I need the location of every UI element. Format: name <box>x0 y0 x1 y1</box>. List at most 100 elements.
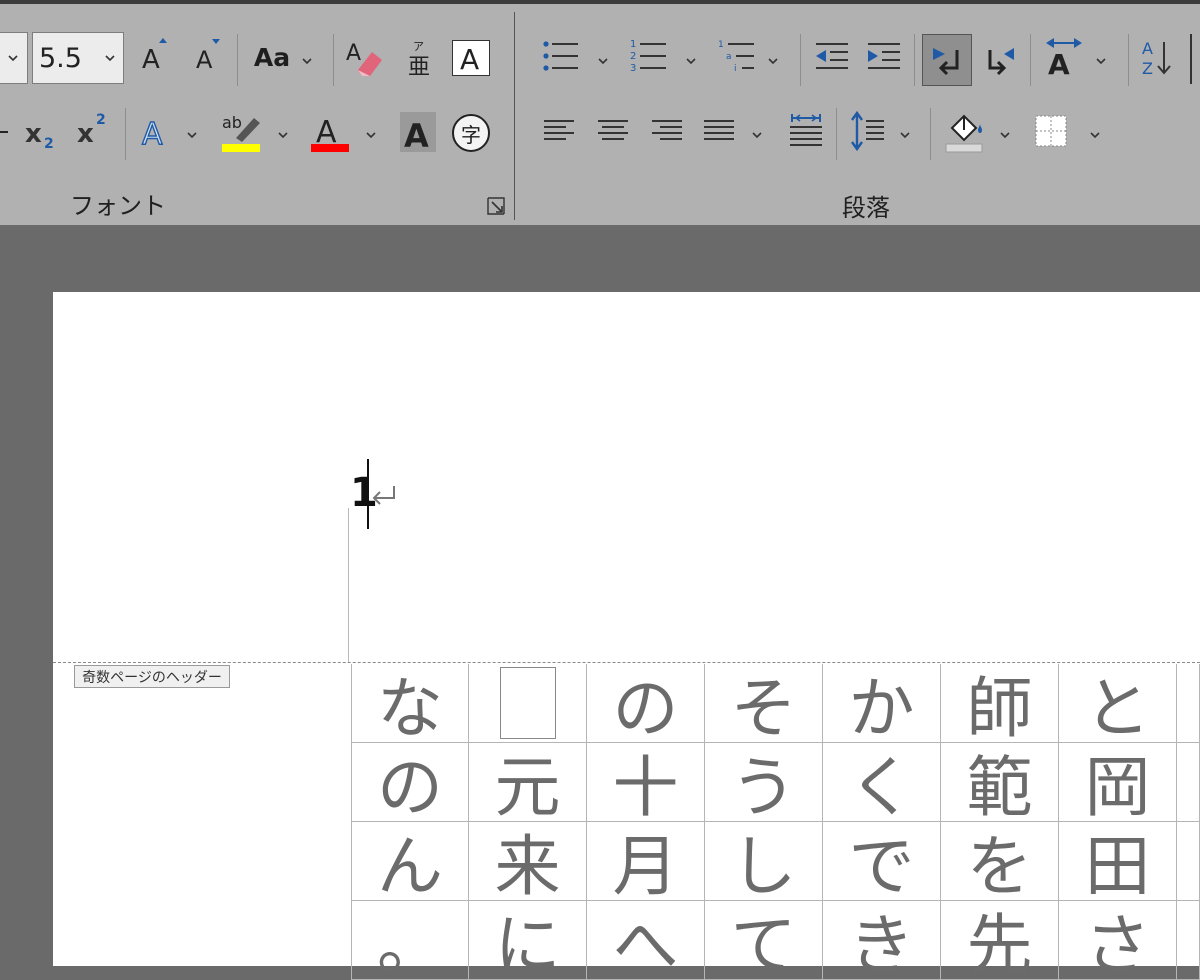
font-color-button[interactable]: A <box>308 110 352 154</box>
grid-cell: に <box>469 901 587 980</box>
font-color-swatch <box>311 144 349 152</box>
chevron-down-icon[interactable] <box>276 128 290 142</box>
grid-cell: の <box>587 664 705 743</box>
character-scaling-button[interactable]: A <box>1042 36 1086 78</box>
grid-cell: 田 <box>1059 822 1177 901</box>
grid-cell: し <box>705 822 823 901</box>
group-separator <box>514 12 515 220</box>
text-effects-button[interactable]: A <box>138 112 172 152</box>
font-size-combobox[interactable]: 5.5 <box>32 32 124 84</box>
svg-text:Z: Z <box>1142 59 1153 78</box>
chevron-down-icon[interactable] <box>6 51 20 65</box>
show-marks-button-partial[interactable] <box>1190 34 1200 84</box>
chevron-down-icon[interactable] <box>750 128 764 142</box>
font-name-combobox[interactable] <box>0 32 28 84</box>
grid-cell: 十 <box>587 743 705 822</box>
decrease-indent-button[interactable] <box>812 40 852 74</box>
chevron-down-icon[interactable] <box>998 128 1012 142</box>
enclose-characters-button[interactable]: 字 <box>452 114 490 152</box>
superscript-button[interactable]: x 2 <box>74 108 114 148</box>
increase-indent-button[interactable] <box>864 40 904 74</box>
svg-text:2: 2 <box>44 136 54 152</box>
margin-guide <box>348 508 349 662</box>
grid-cell <box>1177 822 1200 901</box>
svg-text:i: i <box>734 64 737 74</box>
multilevel-list-button[interactable]: 1 a i <box>716 36 758 76</box>
strikethrough-button-partial[interactable] <box>0 118 10 148</box>
shrink-font-icon: A <box>196 39 220 74</box>
highlight-color-button[interactable]: ab <box>220 110 264 154</box>
clear-formatting-button[interactable]: A <box>344 34 388 80</box>
borders-icon <box>1035 115 1067 147</box>
chevron-down-icon[interactable] <box>1094 54 1108 68</box>
grid-cell: 月 <box>587 822 705 901</box>
right-to-left-button[interactable] <box>980 40 1020 80</box>
highlight-swatch <box>222 144 260 152</box>
line-spacing-button[interactable] <box>848 110 888 152</box>
center-button[interactable] <box>596 116 632 148</box>
chevron-down-icon[interactable] <box>684 54 698 68</box>
bullets-button[interactable] <box>540 36 582 76</box>
font-group-label: フォント <box>70 192 166 220</box>
increase-indent-icon <box>868 43 900 69</box>
sort-button[interactable]: A Z <box>1140 36 1176 80</box>
grid-character: 来 <box>494 828 561 901</box>
chevron-down-icon[interactable] <box>596 54 610 68</box>
svg-text:A: A <box>1048 48 1070 78</box>
chevron-down-icon[interactable] <box>364 128 378 142</box>
enclose-characters-label: 字 <box>461 122 481 147</box>
phonetic-guide-button[interactable]: ア 亜 <box>404 38 436 78</box>
svg-text:A: A <box>1142 39 1153 58</box>
distributed-all-button[interactable] <box>786 112 826 152</box>
grid-character: く <box>848 749 915 822</box>
separator <box>800 34 801 86</box>
borders-button[interactable] <box>1034 114 1070 150</box>
chevron-down-icon[interactable] <box>766 54 780 68</box>
left-to-right-button[interactable] <box>922 34 972 86</box>
font-dialog-launcher[interactable] <box>486 196 508 218</box>
chevron-down-icon[interactable] <box>185 128 199 142</box>
align-right-button[interactable] <box>650 116 686 148</box>
chevron-down-icon[interactable] <box>898 128 912 142</box>
grid-character: 元 <box>494 749 561 822</box>
change-case-button[interactable]: Aa <box>250 40 294 74</box>
grid-cell: う <box>705 743 823 822</box>
grid-cell: へ <box>587 901 705 980</box>
svg-text:3: 3 <box>630 63 636 74</box>
clear-formatting-icon: A <box>346 41 382 76</box>
grow-font-icon: A <box>142 38 167 74</box>
grid-cell: 。 <box>351 901 469 980</box>
numbering-button[interactable]: 1 2 3 <box>628 36 670 76</box>
svg-text:A: A <box>142 45 160 74</box>
grid-character: 先 <box>966 907 1033 980</box>
character-scaling-icon: A <box>1046 38 1082 78</box>
grid-character: か <box>848 670 915 743</box>
shading-button[interactable] <box>942 110 986 154</box>
grid-cell <box>1177 664 1200 743</box>
character-border-button[interactable]: A <box>452 40 490 76</box>
grid-cell <box>1177 901 1200 980</box>
chevron-down-icon[interactable] <box>300 54 314 68</box>
shrink-font-button[interactable]: A <box>191 34 225 74</box>
chevron-down-icon[interactable] <box>103 51 117 65</box>
chevron-down-icon[interactable] <box>1088 128 1102 142</box>
grid-cell: く <box>823 743 941 822</box>
grid-character: で <box>848 828 915 901</box>
grid-character: の <box>612 670 679 743</box>
grid-character: さ <box>1084 907 1151 980</box>
strikethrough-icon <box>0 131 8 133</box>
subscript-button[interactable]: x 2 <box>22 112 62 152</box>
grid-character: に <box>494 907 561 980</box>
distributed-button[interactable] <box>702 116 738 148</box>
svg-text:x: x <box>25 119 42 149</box>
align-left-button[interactable] <box>542 116 578 148</box>
grid-cell <box>469 664 587 743</box>
align-center-icon <box>598 120 628 140</box>
paragraph-group-label: 段落 <box>842 194 890 222</box>
grid-character: 田 <box>1084 828 1151 901</box>
svg-text:1: 1 <box>630 39 636 50</box>
character-shading-button[interactable]: A <box>400 112 436 152</box>
font-size-value[interactable]: 5.5 <box>39 43 82 74</box>
separator <box>1128 34 1129 86</box>
grow-font-button[interactable]: A <box>137 34 171 74</box>
